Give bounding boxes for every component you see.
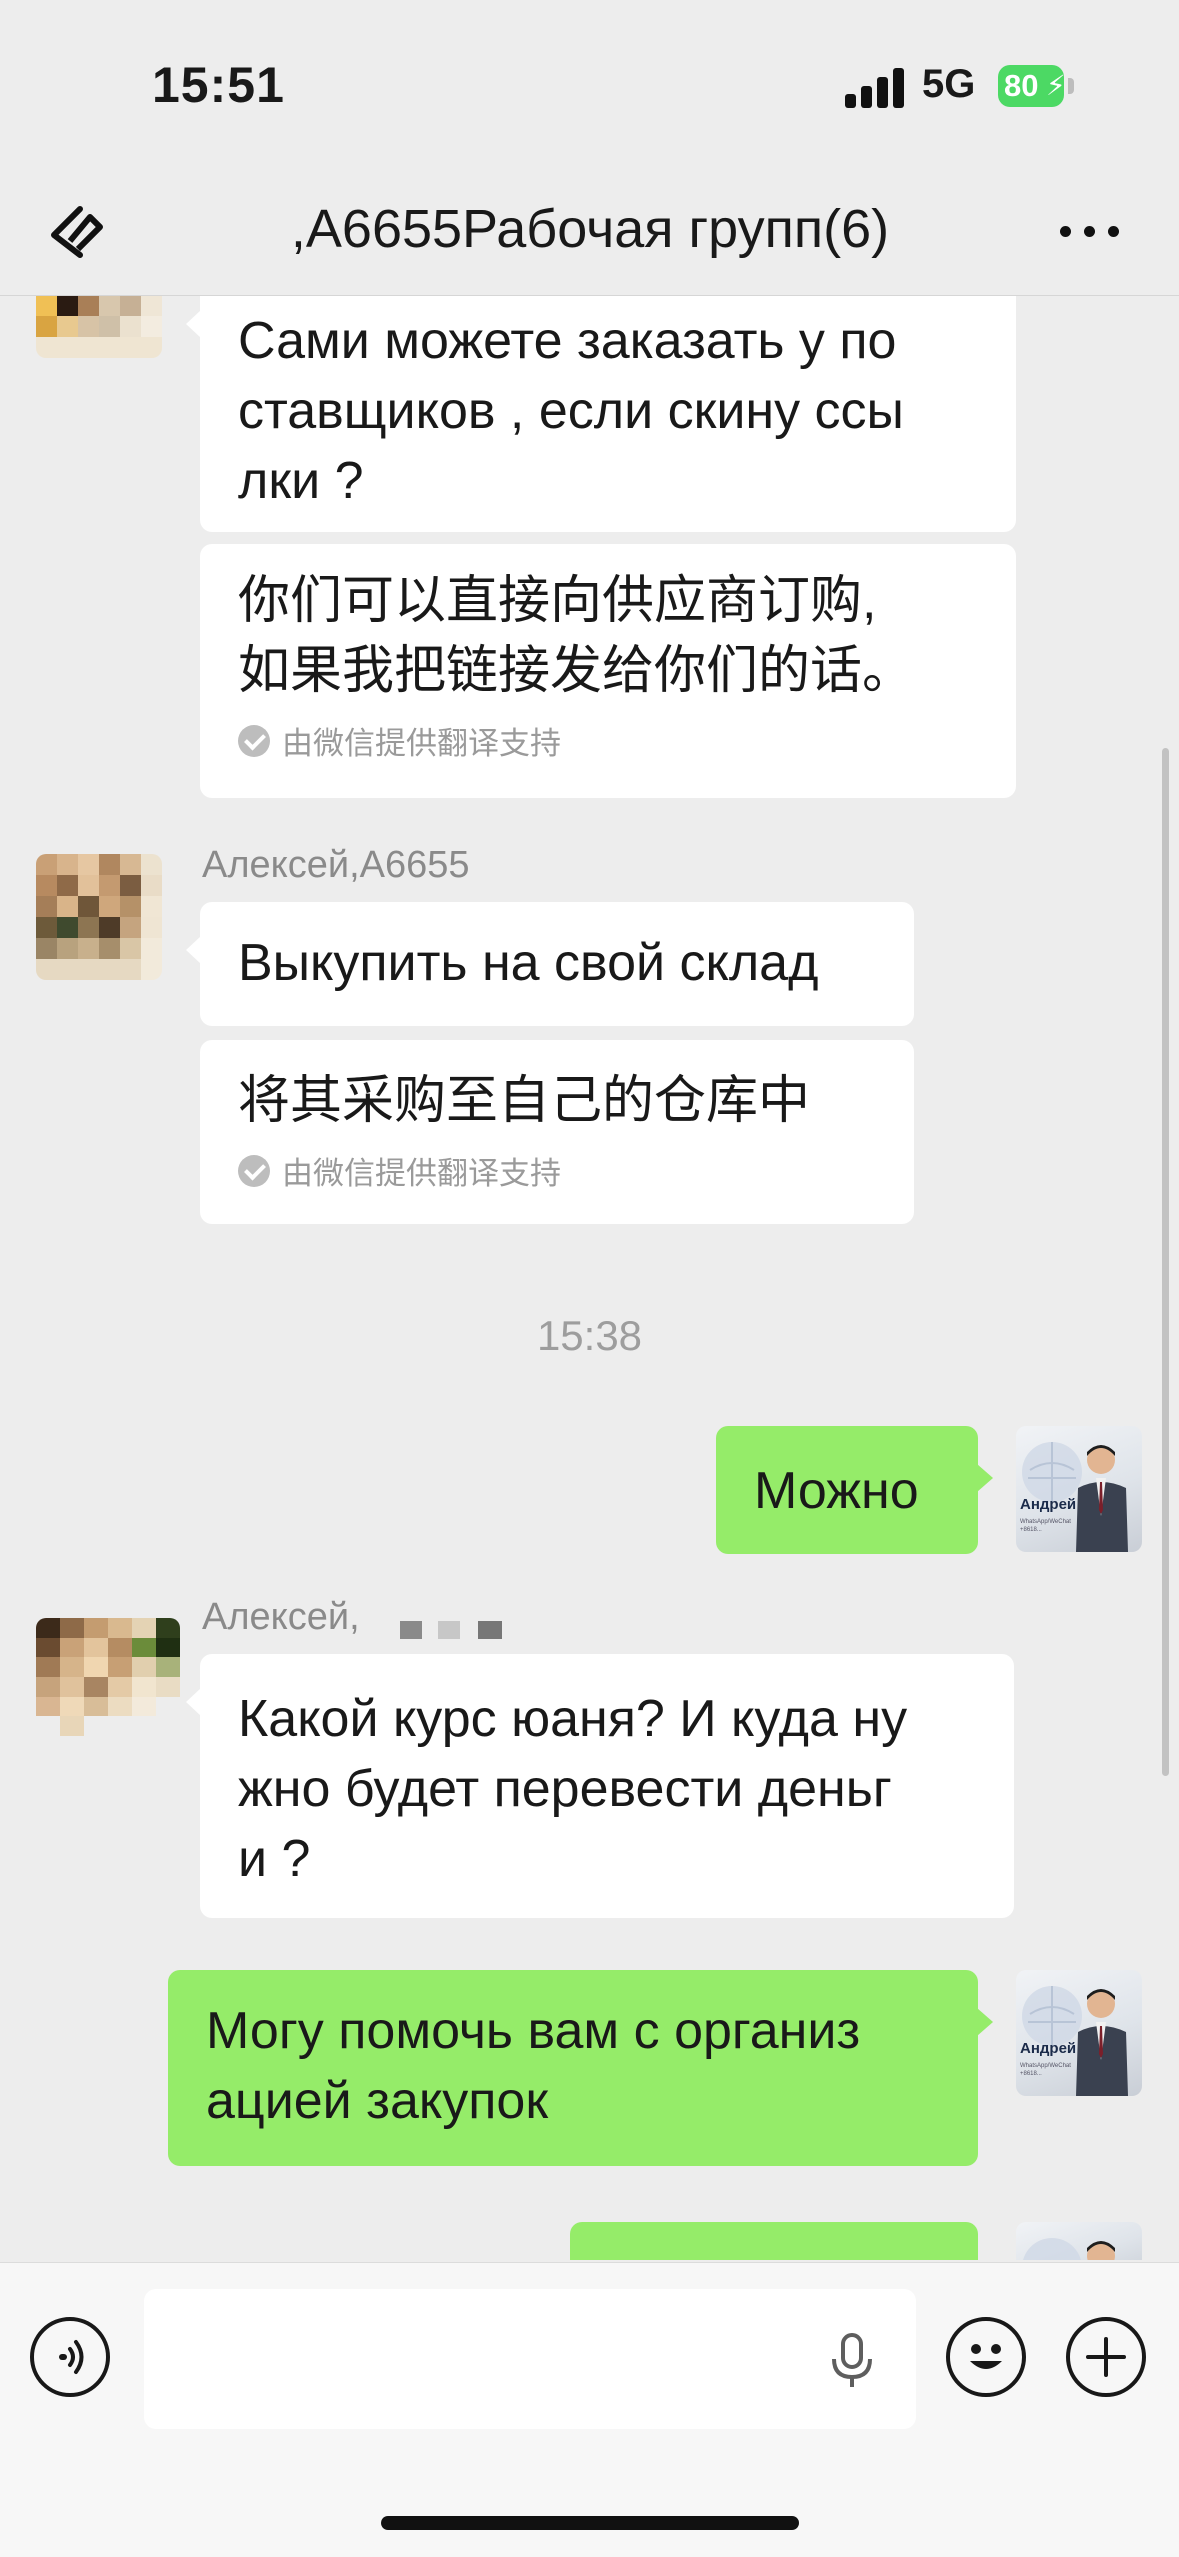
message-bubble[interactable]: Выкупить на свой склад	[186, 902, 914, 1026]
emoji-icon[interactable]	[946, 2317, 1026, 2397]
battery-icon: 80 ⚡	[998, 65, 1074, 107]
my-avatar-caption: WhatsApp/WeChat +8618...	[1020, 2063, 1071, 2077]
redacted-text	[438, 1621, 460, 1639]
translation-bubble[interactable]: 你们可以直接向供应商订购, 如果我把链接发给你们的话。 由微信提供翻译支持	[200, 544, 1016, 798]
home-indicator[interactable]	[381, 2516, 799, 2530]
sender-name: Алексей,	[202, 1596, 360, 1638]
translation-text: 将其采购至自己的仓库中	[238, 1072, 811, 1130]
battery-level: 80	[1004, 68, 1039, 103]
ellipsis-icon[interactable]	[1050, 195, 1130, 265]
my-avatar-name: Андрей	[1020, 2040, 1077, 2057]
cellular-signal-icon	[845, 68, 905, 108]
message-bubble-outgoing[interactable]: Могу помочь вам с организ ацией закупок	[168, 1970, 993, 2166]
plus-icon[interactable]	[1066, 2317, 1146, 2397]
avatar[interactable]	[36, 1618, 180, 1736]
message-input[interactable]	[144, 2289, 916, 2429]
message-bubble-outgoing[interactable]: Можно	[716, 1426, 993, 1554]
chat-header: ,A6655Рабочая групп(6)	[0, 170, 1179, 296]
message-text: Какой курс юаня? И куда ну жно будет пер…	[238, 1690, 908, 1888]
my-avatar[interactable]: Андрей WhatsApp/WeChat +8618...	[1016, 1426, 1142, 1552]
status-time: 15:51	[152, 57, 285, 113]
message-bubble[interactable]: Какой курс юаня? И куда ну жно будет пер…	[186, 1654, 1014, 1918]
my-avatar-name: Андрей	[1020, 1496, 1077, 1513]
input-bar	[0, 2262, 1179, 2557]
network-type: 5G	[922, 62, 976, 106]
translation-bubble[interactable]: 将其采购至自己的仓库中 由微信提供翻译支持	[200, 1040, 914, 1224]
my-avatar[interactable]	[1016, 2222, 1142, 2260]
message-list[interactable]: Сами можете заказать у по ставщиков , ес…	[0, 296, 1179, 2260]
charging-bolt-icon: ⚡	[1046, 70, 1066, 101]
translation-badge: 由微信提供翻译支持	[238, 1148, 876, 1193]
checkmark-icon	[238, 724, 270, 757]
status-bar: 15:51 5G 80 ⚡	[0, 0, 1179, 170]
translation-badge: 由微信提供翻译支持	[238, 718, 978, 763]
message-text: Могу помочь вам с организ ацией закупок	[206, 2002, 861, 2130]
my-avatar[interactable]: Андрей WhatsApp/WeChat +8618...	[1016, 1970, 1142, 2096]
redacted-text	[400, 1621, 422, 1639]
microphone-icon[interactable]	[824, 2331, 880, 2391]
translation-text: 你们可以直接向供应商订购, 如果我把链接发给你们的话。	[238, 572, 915, 700]
checkmark-icon	[238, 1154, 270, 1187]
voice-icon[interactable]	[30, 2317, 110, 2397]
scrollbar[interactable]	[1162, 748, 1169, 1776]
translation-badge-label: 由微信提供翻译支持	[282, 726, 561, 761]
message-text: Можно	[754, 1462, 919, 1520]
avatar[interactable]	[36, 854, 162, 980]
avatar[interactable]	[36, 296, 162, 358]
redacted-text	[478, 1621, 502, 1639]
chat-title: ,A6655Рабочая групп(6)	[290, 199, 890, 259]
my-avatar-caption: WhatsApp/WeChat +8618...	[1020, 1519, 1071, 1533]
message-bubble[interactable]: Сами можете заказать у по ставщиков , ес…	[186, 296, 1016, 532]
message-text: Выкупить на свой склад	[238, 934, 819, 992]
sender-name: Алексей,A6655	[202, 844, 470, 886]
back-arrow-icon[interactable]	[40, 195, 110, 265]
translation-badge-label: 由微信提供翻译支持	[282, 1156, 561, 1191]
message-bubble-outgoing[interactable]	[570, 2222, 978, 2260]
message-text: Сами можете заказать у по ставщиков , ес…	[238, 312, 904, 510]
time-divider: 15:38	[536, 1312, 643, 1359]
